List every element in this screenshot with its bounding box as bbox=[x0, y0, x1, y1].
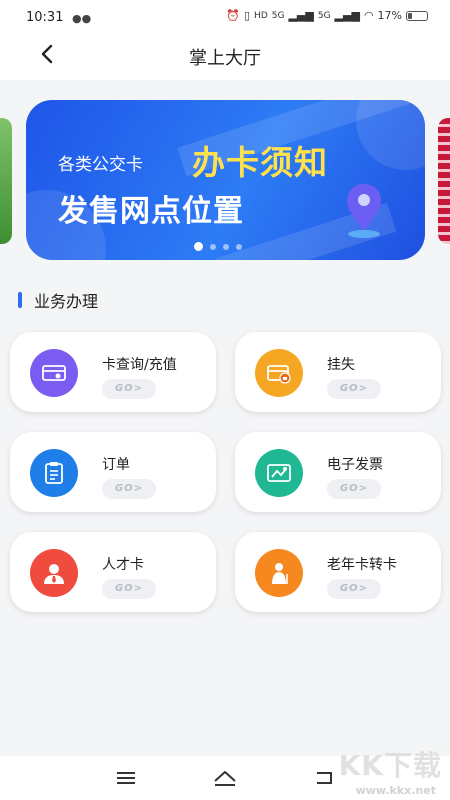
carousel-dots bbox=[194, 242, 242, 251]
battery-icon bbox=[406, 10, 428, 21]
card-recharge-icon bbox=[30, 349, 78, 397]
next-banner-peek[interactable] bbox=[438, 118, 450, 244]
order-clipboard-icon bbox=[30, 449, 78, 497]
signal-icon-2: ▂▄▆ bbox=[334, 9, 360, 22]
section-header: 业务办理 bbox=[18, 288, 98, 312]
service-label: 订单 bbox=[102, 457, 130, 473]
home-button[interactable] bbox=[212, 766, 238, 790]
service-card-orders[interactable]: 订单 GO> bbox=[10, 432, 216, 512]
watermark-url: www.kkx.net bbox=[355, 784, 436, 797]
talent-card-icon bbox=[30, 549, 78, 597]
signal-icon: ▂▄▆ bbox=[288, 9, 314, 22]
status-indicators: ⏰ ▯ HD 5G ▂▄▆ 5G ▂▄▆ ◠ 17% bbox=[226, 9, 428, 22]
banner-small-text: 各类公交卡 bbox=[58, 155, 143, 175]
status-time: 10:31 bbox=[26, 10, 64, 25]
watermark: KK下载 www.kkx.net bbox=[332, 744, 448, 800]
wifi-icon: ◠ bbox=[363, 9, 374, 22]
service-card-e-invoice[interactable]: 电子发票 GO> bbox=[235, 432, 441, 512]
signal-5g-2: 5G bbox=[317, 10, 331, 21]
menu-icon bbox=[117, 772, 135, 784]
section-title: 业务办理 bbox=[34, 292, 99, 311]
section-accent-bar bbox=[18, 292, 22, 308]
service-card-recharge[interactable]: 卡查询/充值 GO> bbox=[10, 332, 216, 412]
banner-carousel[interactable]: 各类公交卡 办卡须知 发售网点位置 bbox=[0, 80, 450, 270]
go-button[interactable]: GO> bbox=[327, 379, 381, 399]
service-label: 卡查询/充值 bbox=[102, 357, 177, 373]
elder-card-icon bbox=[255, 549, 303, 597]
prev-banner-peek[interactable] bbox=[0, 118, 12, 244]
signal-5g-1: 5G bbox=[271, 10, 285, 21]
go-button[interactable]: GO> bbox=[327, 479, 381, 499]
battery-percent: 17% bbox=[377, 9, 402, 22]
menu-button[interactable] bbox=[113, 766, 139, 790]
service-label: 老年卡转卡 bbox=[327, 557, 397, 573]
service-label: 电子发票 bbox=[327, 457, 383, 473]
go-button[interactable]: GO> bbox=[327, 579, 381, 599]
go-button[interactable]: GO> bbox=[102, 479, 156, 499]
nav-bar: 掌上大厅 bbox=[0, 38, 450, 80]
service-card-talent[interactable]: 人才卡 GO> bbox=[10, 532, 216, 612]
wechat-icon: ●● bbox=[72, 12, 92, 25]
vibrate-icon: ▯ bbox=[243, 9, 251, 22]
banner-headline: 办卡须知 bbox=[192, 143, 328, 182]
service-card-report-loss[interactable]: 挂失 GO> bbox=[235, 332, 441, 412]
service-label: 人才卡 bbox=[102, 557, 144, 573]
home-icon bbox=[214, 771, 236, 786]
service-label: 挂失 bbox=[327, 357, 355, 373]
carousel-dot[interactable] bbox=[236, 243, 242, 250]
watermark-text: KK下载 bbox=[338, 749, 442, 782]
card-lock-icon bbox=[255, 349, 303, 397]
alarm-icon: ⏰ bbox=[226, 9, 240, 22]
carousel-dot[interactable] bbox=[194, 242, 203, 251]
go-button[interactable]: GO> bbox=[102, 379, 156, 399]
e-invoice-icon bbox=[255, 449, 303, 497]
location-pin-icon bbox=[347, 184, 381, 238]
banner[interactable]: 各类公交卡 办卡须知 发售网点位置 bbox=[26, 100, 425, 260]
banner-subtitle: 发售网点位置 bbox=[58, 194, 244, 229]
service-card-elder-transfer[interactable]: 老年卡转卡 GO> bbox=[235, 532, 441, 612]
status-bar: 10:31 ●● ⏰ ▯ HD 5G ▂▄▆ 5G ▂▄▆ ◠ 17% bbox=[0, 0, 450, 38]
page-title: 掌上大厅 bbox=[189, 48, 261, 69]
hd-badge: HD bbox=[254, 10, 268, 21]
carousel-dot[interactable] bbox=[223, 243, 229, 250]
carousel-dot[interactable] bbox=[210, 243, 216, 250]
go-button[interactable]: GO> bbox=[102, 579, 156, 599]
